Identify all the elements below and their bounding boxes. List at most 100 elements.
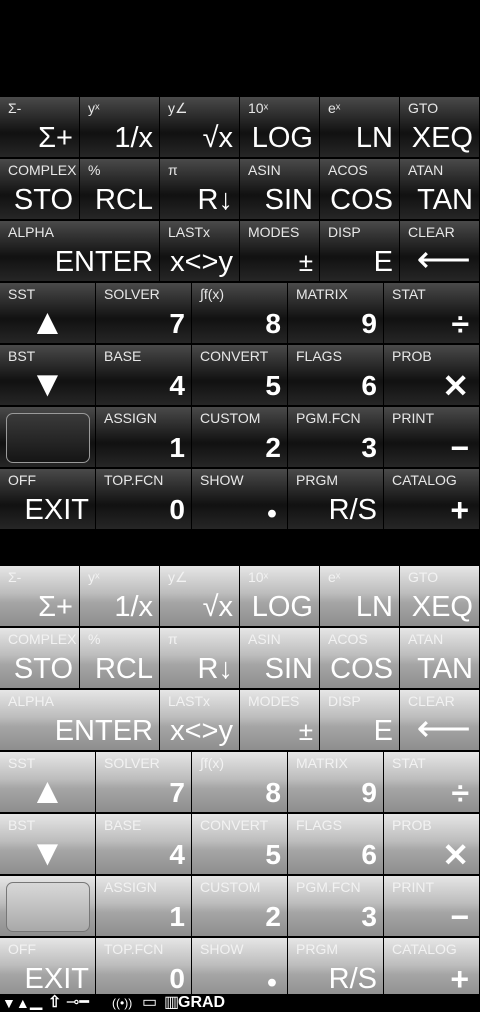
dark-key-divide[interactable]: STAT ÷ (384, 283, 480, 344)
key-label: COS (330, 653, 393, 685)
dark-key-sto[interactable]: COMPLEX STO (0, 159, 80, 220)
key-label: ENTER (54, 715, 153, 747)
dark-key-enter[interactable]: ALPHA ENTER (0, 221, 160, 282)
dark-key-add[interactable]: CATALOG + (384, 469, 480, 530)
light-key-subtract[interactable]: PRINT − (384, 876, 480, 937)
light-key-reciprocal[interactable]: yˣ 1/x (80, 566, 160, 627)
light-key-five[interactable]: CONVERT 5 (192, 814, 288, 875)
dark-key-exponent[interactable]: DISP E (320, 221, 400, 282)
light-key-cos[interactable]: ACOS COS (320, 628, 400, 689)
light-key-sto[interactable]: COMPLEX STO (0, 628, 80, 689)
light-key-enter[interactable]: ALPHA ENTER (0, 690, 160, 751)
light-key-blank[interactable] (0, 876, 96, 937)
key-label: SIN (264, 653, 313, 685)
dark-key-rcl[interactable]: % RCL (80, 159, 160, 220)
dark-key-decimal[interactable]: SHOW • (192, 469, 288, 530)
dark-key-roll-down[interactable]: π R↓ (160, 159, 240, 220)
key-label: 1/x (114, 122, 153, 154)
dark-key-blank[interactable] (0, 407, 96, 468)
dark-key-cos[interactable]: ACOS COS (320, 159, 400, 220)
digit-label: 2 (265, 901, 281, 932)
light-key-eight[interactable]: ∫f(x) 8 (192, 752, 288, 813)
dark-row-7: OFF EXIT TOP.FCN 0 SHOW • PRGM R/S CATALOG + (0, 469, 480, 531)
light-key-exponent[interactable]: DISP E (320, 690, 400, 751)
dark-key-zero[interactable]: TOP.FCN 0 (96, 469, 192, 530)
dark-key-reciprocal[interactable]: yˣ 1/x (80, 97, 160, 158)
shift-label: CATALOG (392, 941, 457, 957)
dark-key-run-stop[interactable]: PRGM R/S (288, 469, 384, 530)
dark-key-eight[interactable]: ∫f(x) 8 (192, 283, 288, 344)
shift-label: ATAN (408, 162, 444, 178)
shift-label: STAT (392, 286, 426, 302)
digit-label: 8 (265, 308, 281, 339)
shift-label: ∫f(x) (200, 286, 225, 302)
light-key-rcl[interactable]: % RCL (80, 628, 160, 689)
light-key-log[interactable]: 10ˣ LOG (240, 566, 320, 627)
light-key-run-stop[interactable]: PRGM R/S (288, 938, 384, 999)
light-key-roll-down[interactable]: π R↓ (160, 628, 240, 689)
light-key-swap[interactable]: LASTx x<>y (160, 690, 240, 751)
dark-key-two[interactable]: CUSTOM 2 (192, 407, 288, 468)
dark-key-sqrt[interactable]: y∠ √x (160, 97, 240, 158)
dark-key-three[interactable]: PGM.FCN 3 (288, 407, 384, 468)
dark-key-down[interactable]: BST ▼ (0, 345, 96, 406)
dark-row-5: BST ▼ BASE 4 CONVERT 5 FLAGS 6 PROB ✕ (0, 345, 480, 407)
key-label: x<>y (170, 715, 233, 747)
dark-key-subtract[interactable]: PRINT − (384, 407, 480, 468)
light-key-decimal[interactable]: SHOW • (192, 938, 288, 999)
key-label: EXIT (24, 963, 89, 995)
light-key-six[interactable]: FLAGS 6 (288, 814, 384, 875)
light-key-seven[interactable]: SOLVER 7 (96, 752, 192, 813)
shift-label: ALPHA (8, 693, 54, 709)
light-key-backspace[interactable]: CLEAR ⟵ (400, 690, 480, 751)
dark-key-ln[interactable]: eˣ LN (320, 97, 400, 158)
dark-key-backspace[interactable]: CLEAR ⟵ (400, 221, 480, 282)
light-key-tan[interactable]: ATAN TAN (400, 628, 480, 689)
dark-key-swap[interactable]: LASTx x<>y (160, 221, 240, 282)
shift-label: ALPHA (8, 224, 54, 240)
dark-key-exit[interactable]: OFF EXIT (0, 469, 96, 530)
light-key-zero[interactable]: TOP.FCN 0 (96, 938, 192, 999)
dark-key-log[interactable]: 10ˣ LOG (240, 97, 320, 158)
dark-key-sin[interactable]: ASIN SIN (240, 159, 320, 220)
light-key-sigma-plus[interactable]: Σ- Σ+ (0, 566, 80, 627)
light-key-sin[interactable]: ASIN SIN (240, 628, 320, 689)
light-key-divide[interactable]: STAT ÷ (384, 752, 480, 813)
light-key-change-sign[interactable]: MODES ± (240, 690, 320, 751)
dark-key-up[interactable]: SST ▲ (0, 283, 96, 344)
light-key-four[interactable]: BASE 4 (96, 814, 192, 875)
shift-label: ACOS (328, 162, 368, 178)
dark-key-multiply[interactable]: PROB ✕ (384, 345, 480, 406)
dark-key-five[interactable]: CONVERT 5 (192, 345, 288, 406)
light-key-up[interactable]: SST ▲ (0, 752, 96, 813)
shift-label: BST (8, 817, 36, 833)
light-key-two[interactable]: CUSTOM 2 (192, 876, 288, 937)
add-icon: + (450, 492, 469, 528)
shift-label: ASIN (248, 162, 281, 178)
light-key-xeq[interactable]: GTO XEQ (400, 566, 480, 627)
dark-key-one[interactable]: ASSIGN 1 (96, 407, 192, 468)
light-key-multiply[interactable]: PROB ✕ (384, 814, 480, 875)
dark-key-six[interactable]: FLAGS 6 (288, 345, 384, 406)
dark-key-sigma-plus[interactable]: Σ- Σ+ (0, 97, 80, 158)
dark-key-nine[interactable]: MATRIX 9 (288, 283, 384, 344)
shift-label: MATRIX (296, 755, 348, 771)
light-key-ln[interactable]: eˣ LN (320, 566, 400, 627)
dark-key-change-sign[interactable]: MODES ± (240, 221, 320, 282)
light-key-down[interactable]: BST ▼ (0, 814, 96, 875)
down-arrow-icon: ▼ (29, 363, 66, 404)
dark-key-seven[interactable]: SOLVER 7 (96, 283, 192, 344)
light-key-nine[interactable]: MATRIX 9 (288, 752, 384, 813)
light-key-add[interactable]: CATALOG + (384, 938, 480, 999)
light-key-three[interactable]: PGM.FCN 3 (288, 876, 384, 937)
light-key-one[interactable]: ASSIGN 1 (96, 876, 192, 937)
dark-key-four[interactable]: BASE 4 (96, 345, 192, 406)
digit-label: 4 (169, 370, 185, 401)
dark-key-xeq[interactable]: GTO XEQ (400, 97, 480, 158)
shift-label: LASTx (168, 693, 211, 709)
light-key-sqrt[interactable]: y∠ √x (160, 566, 240, 627)
dark-key-tan[interactable]: ATAN TAN (400, 159, 480, 220)
light-key-exit[interactable]: OFF EXIT (0, 938, 96, 999)
digit-label: 0 (169, 963, 185, 994)
key-label: E (373, 715, 393, 747)
